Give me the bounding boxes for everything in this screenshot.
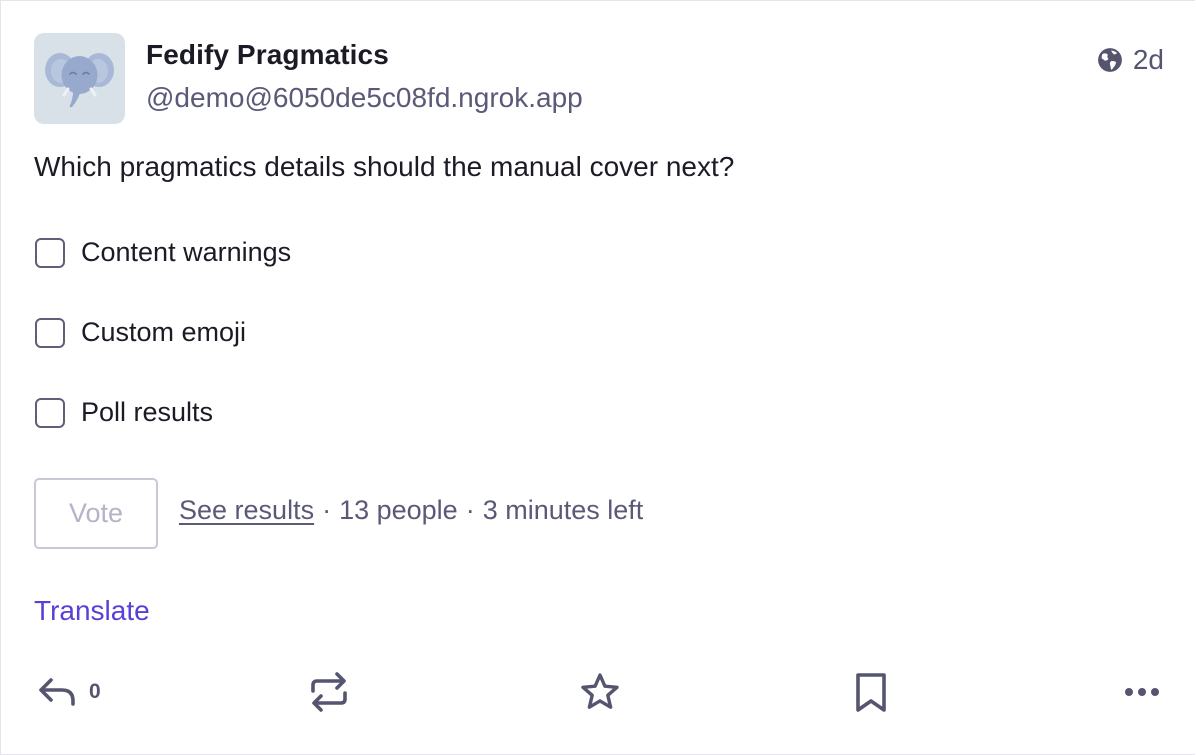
globe-icon bbox=[1097, 48, 1122, 72]
status-card: Fedify Pragmatics @demo@6050de5c08fd.ngr… bbox=[0, 0, 1195, 755]
bookmark-button[interactable] bbox=[853, 668, 889, 716]
poll-option[interactable]: Content warnings bbox=[34, 237, 291, 268]
favourite-icon bbox=[581, 673, 619, 709]
poll-option-checkbox[interactable] bbox=[35, 317, 65, 348]
boost-button[interactable] bbox=[308, 668, 350, 716]
poll-option[interactable]: Poll results bbox=[34, 397, 213, 428]
elephant-mascot-icon bbox=[45, 53, 114, 108]
reply-icon bbox=[39, 678, 75, 706]
voter-count: 13 people bbox=[339, 495, 458, 525]
separator: · bbox=[465, 495, 475, 525]
poll-option-label: Content warnings bbox=[81, 237, 292, 267]
account-handle[interactable]: @demo@6050de5c08fd.ngrok.app bbox=[146, 82, 583, 114]
status-content: Which pragmatics details should the manu… bbox=[34, 151, 735, 182]
poll-option[interactable]: Custom emoji bbox=[34, 317, 246, 348]
favourite-button[interactable] bbox=[579, 668, 621, 716]
see-results-link[interactable]: See results bbox=[179, 495, 314, 525]
display-name[interactable]: Fedify Pragmatics bbox=[146, 39, 389, 71]
more-button[interactable] bbox=[1123, 668, 1161, 716]
reply-button[interactable]: 0 bbox=[37, 668, 101, 716]
boost-icon bbox=[311, 672, 347, 712]
poll-option-checkbox[interactable] bbox=[35, 237, 65, 268]
poll-option-label: Custom emoji bbox=[81, 317, 247, 347]
translate-button[interactable]: Translate bbox=[34, 595, 150, 627]
poll-footer: See results · 13 people · 3 minutes left bbox=[179, 495, 643, 526]
separator: · bbox=[322, 495, 332, 525]
avatar[interactable] bbox=[34, 33, 125, 124]
timestamp: 2d bbox=[1132, 44, 1164, 75]
poll-option-checkbox[interactable] bbox=[35, 397, 65, 428]
time-left: 3 minutes left bbox=[482, 495, 644, 525]
poll-option-label: Poll results bbox=[81, 397, 214, 427]
status-meta[interactable]: 2d bbox=[1097, 44, 1164, 76]
more-icon bbox=[1125, 688, 1159, 696]
bookmark-icon bbox=[856, 673, 886, 712]
reply-count: 0 bbox=[89, 680, 101, 703]
vote-button[interactable]: Vote bbox=[34, 478, 158, 549]
